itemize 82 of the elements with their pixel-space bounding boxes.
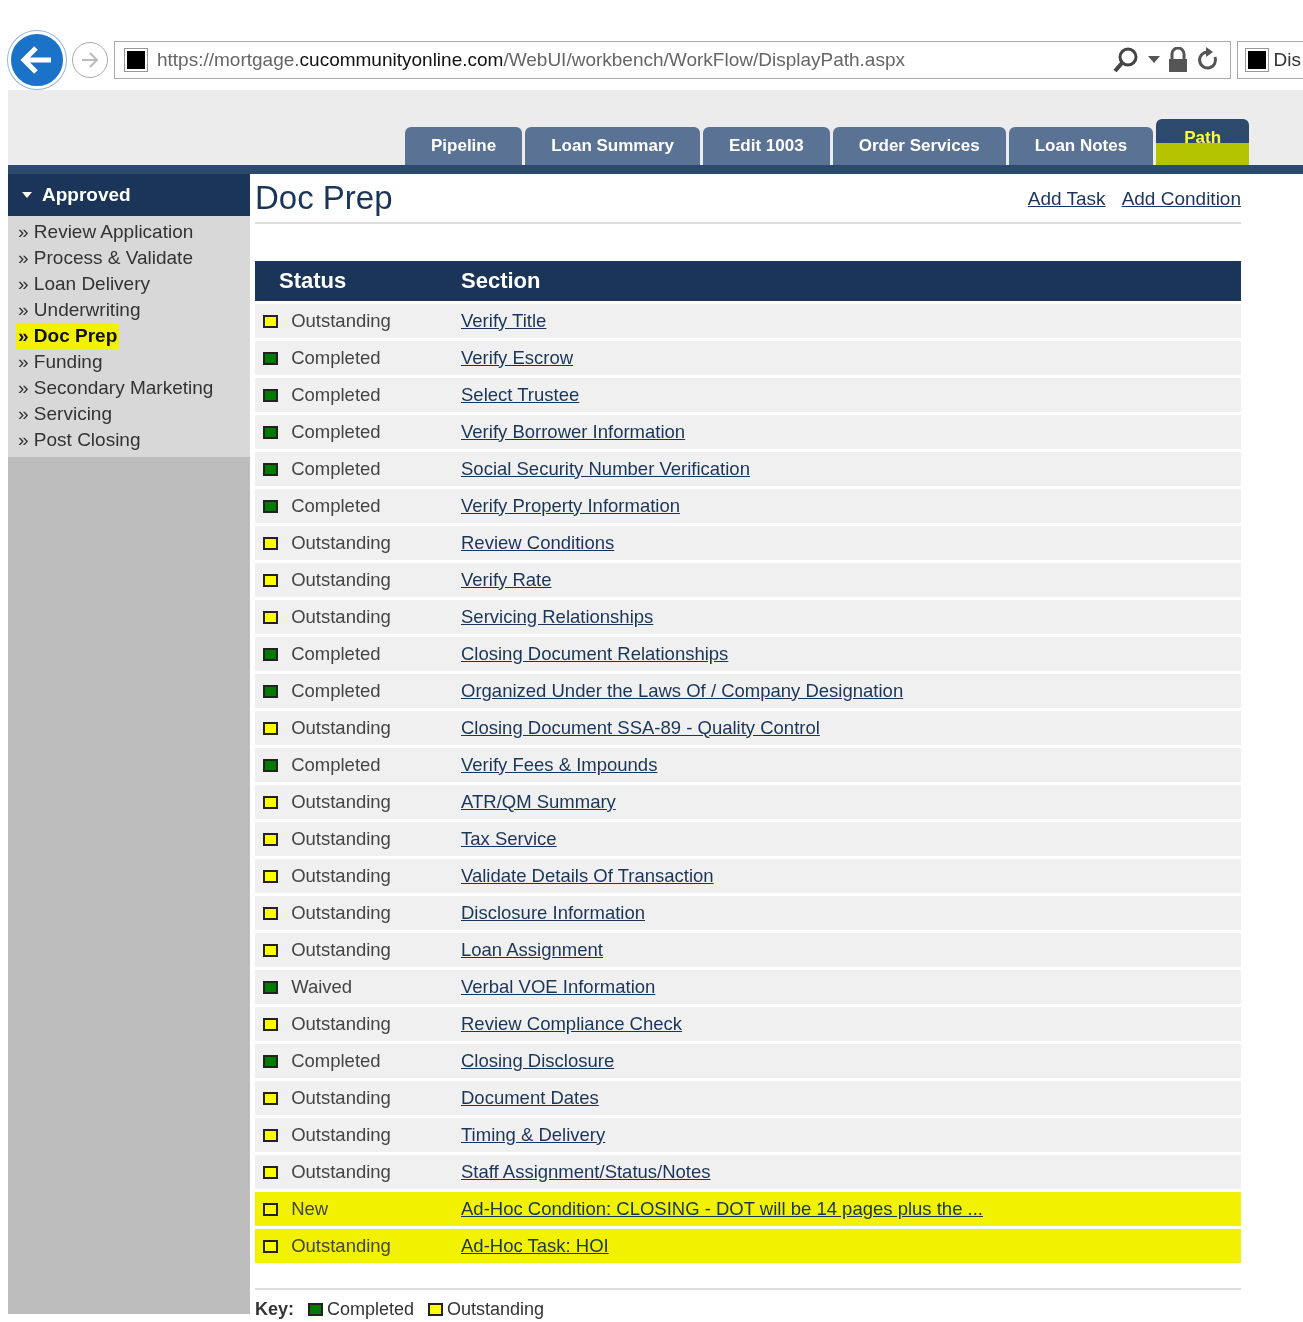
sidebar-link[interactable]: » Review Application [16, 219, 196, 245]
expanded-caret-icon [22, 192, 32, 198]
status-text: Outstanding [291, 938, 391, 960]
back-button[interactable] [8, 31, 66, 89]
section-link[interactable]: Timing & Delivery [461, 1123, 606, 1145]
status-text: Completed [291, 346, 381, 368]
page-title: Doc Prep [255, 178, 393, 218]
status-text: Outstanding [291, 901, 391, 923]
sidebar-link[interactable]: » Servicing [16, 401, 114, 427]
section-link[interactable]: Review Conditions [461, 531, 615, 553]
section-link[interactable]: Verify Fees & Impounds [461, 753, 658, 775]
status-text: New [291, 1197, 329, 1219]
status-text: Outstanding [291, 716, 391, 738]
status-text: Outstanding [291, 827, 391, 849]
status-text: Outstanding [291, 1086, 391, 1108]
status-text: Outstanding [291, 864, 391, 886]
status-text: Completed [291, 494, 381, 516]
sidebar-link[interactable]: » Doc Prep [16, 323, 120, 349]
action-link[interactable]: Add Condition [1121, 185, 1241, 214]
section-link[interactable]: Verify Escrow [461, 346, 574, 368]
status-text: Completed [291, 383, 381, 405]
status-text: Completed [291, 420, 381, 442]
section-link[interactable]: Verify Rate [461, 568, 552, 590]
status-text: Outstanding [291, 1160, 391, 1182]
status-text: Outstanding [291, 568, 391, 590]
sidebar-link[interactable]: » Post Closing [16, 427, 143, 453]
section-link[interactable]: Servicing Relationships [461, 605, 654, 627]
sidebar-link[interactable]: » Funding [16, 349, 105, 375]
section-link[interactable]: ATR/QM Summary [461, 790, 616, 812]
section-link[interactable]: Validate Details Of Transaction [461, 864, 714, 886]
action-link[interactable]: Add Task [1027, 185, 1106, 214]
sidebar-heading[interactable]: Approved [8, 174, 250, 216]
status-text: Outstanding [291, 1123, 391, 1145]
column-header: Section [461, 268, 541, 294]
section-link[interactable]: Ad-Hoc Task: HOI [461, 1234, 609, 1256]
lock-icon [1167, 47, 1188, 73]
status-text: Completed [291, 1049, 381, 1071]
sidebar-link[interactable]: » Underwriting [16, 297, 143, 323]
legend-label: Outstanding [447, 1297, 545, 1321]
status-text: Outstanding [291, 1012, 391, 1034]
nav-tab[interactable]: Pipeline [405, 127, 523, 165]
status-text: Outstanding [291, 531, 391, 553]
key-label: Key: [255, 1297, 294, 1321]
section-link[interactable]: Loan Assignment [461, 938, 603, 960]
section-link[interactable]: Staff Assignment/Status/Notes [461, 1160, 711, 1182]
page-icon [125, 49, 147, 71]
nav-tab[interactable]: Order Services [832, 127, 1006, 165]
section-link[interactable]: Verify Property Information [461, 494, 680, 516]
status-text: Waived [291, 975, 353, 997]
section-link[interactable]: Review Compliance Check [461, 1012, 683, 1034]
section-link[interactable]: Disclosure Information [461, 901, 646, 923]
url-text: https://mortgage.cucommunityonline.com/WebUI/workbench/WorkFlow/DisplayPath.aspx [157, 47, 905, 72]
sidebar-link[interactable]: » Secondary Marketing [16, 375, 216, 401]
section-link[interactable]: Tax Service [461, 827, 557, 849]
browser-tab[interactable]: Dis [1236, 41, 1303, 79]
address-bar[interactable]: https://mortgage.cucommunityonline.com/WebUI/workbench/WorkFlow/DisplayPath.aspx [114, 41, 1231, 79]
status-text: Outstanding [291, 790, 391, 812]
nav-tab[interactable]: Edit 1003 [703, 127, 830, 165]
caret-icon[interactable] [1147, 56, 1160, 64]
sidebar-link[interactable]: » Loan Delivery [16, 271, 153, 297]
status-text: Outstanding [291, 605, 391, 627]
status-text: Completed [291, 679, 381, 701]
nav-tab[interactable]: Loan Notes [1008, 127, 1154, 165]
search-icon[interactable] [1111, 46, 1140, 74]
section-link[interactable]: Verify Borrower Information [461, 420, 686, 442]
back-arrow-icon [20, 45, 54, 75]
nav-tab[interactable]: Loan Summary [525, 127, 700, 165]
section-link[interactable]: Verbal VOE Information [461, 975, 656, 997]
status-text: Outstanding [291, 309, 391, 331]
sidebar-link[interactable]: » Process & Validate [16, 245, 195, 271]
status-text: Completed [291, 753, 381, 775]
status-text: Completed [291, 642, 381, 664]
legend-label: Completed [327, 1297, 415, 1321]
nav-tab[interactable]: Path [1156, 119, 1250, 165]
status-text: Outstanding [291, 1234, 391, 1256]
section-link[interactable]: Verify Title [461, 309, 547, 331]
section-link[interactable]: Document Dates [461, 1086, 599, 1108]
status-text: Completed [291, 457, 381, 479]
section-link[interactable]: Closing Disclosure [461, 1049, 615, 1071]
refresh-icon[interactable] [1195, 47, 1220, 73]
column-header: Status [279, 268, 347, 294]
section-link[interactable]: Select Trustee [461, 383, 580, 405]
